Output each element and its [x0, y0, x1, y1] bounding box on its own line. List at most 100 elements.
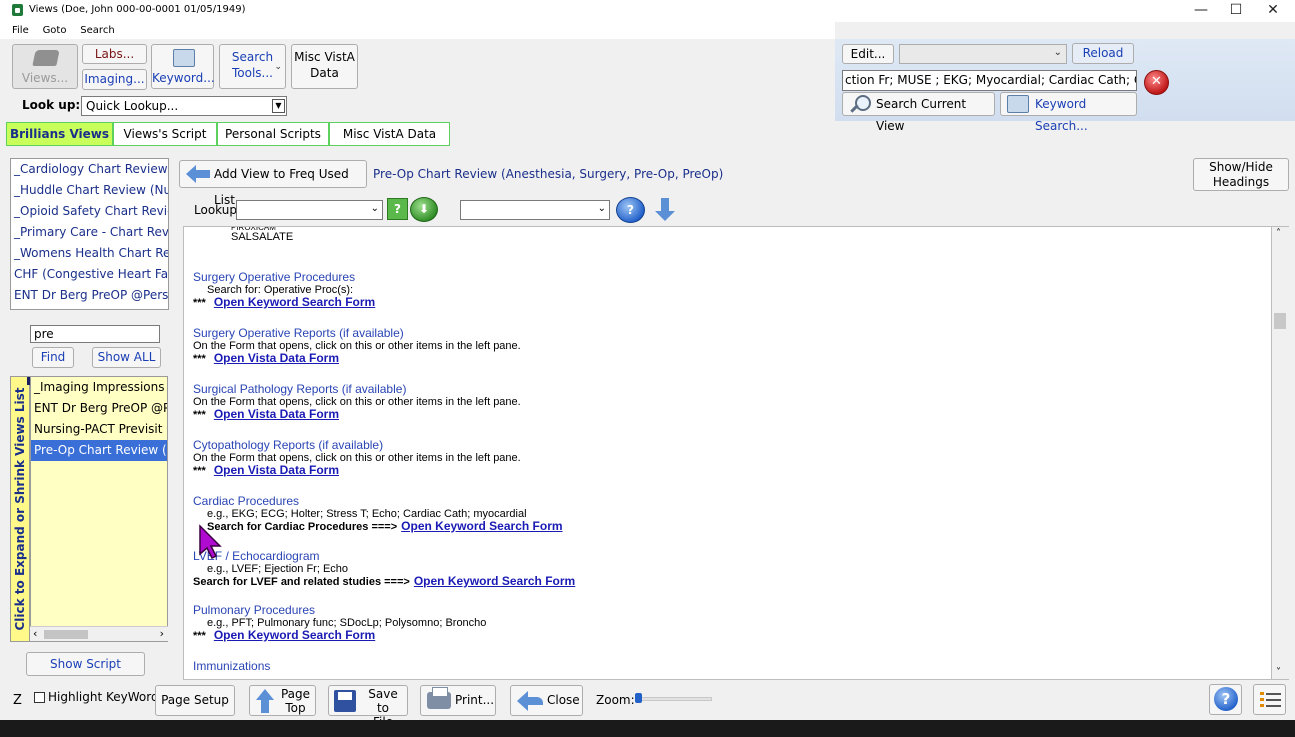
- list-item[interactable]: _Primary Care - Chart Review: [11, 222, 168, 243]
- list-item[interactable]: _Opioid Safety Chart Review: [11, 201, 168, 222]
- page-top-button[interactable]: Page Top: [249, 685, 316, 716]
- open-vista-data-link[interactable]: Open Vista Data Form: [214, 351, 339, 365]
- app-lock-icon: [12, 4, 23, 16]
- open-keyword-search-link[interactable]: Open Keyword Search Form: [214, 628, 375, 642]
- vertical-scrollbar[interactable]: ˄ ˅: [1272, 226, 1289, 680]
- mouse-cursor-icon: [199, 524, 222, 560]
- chevron-down-icon: ⌄: [274, 62, 282, 72]
- chevron-down-icon: ⌄: [370, 203, 379, 214]
- lookup-select[interactable]: ⌄: [236, 200, 383, 220]
- section-immunizations: Immunizations: [193, 660, 270, 673]
- scroll-down-icon[interactable]: ˅: [1276, 667, 1281, 678]
- title-bar: Views (Doe, John 000-00-0001 01/05/1949)…: [0, 0, 1295, 22]
- tab-personal-scripts[interactable]: Personal Scripts: [217, 122, 329, 146]
- open-vista-data-link[interactable]: Open Vista Data Form: [214, 463, 339, 477]
- views-button[interactable]: Views...: [12, 44, 78, 89]
- tab-brillians-views[interactable]: Brillians Views: [6, 122, 113, 146]
- minimize-button[interactable]: —: [1183, 0, 1219, 22]
- clear-search-icon[interactable]: ✕: [1144, 70, 1169, 95]
- dropdown-arrow-icon[interactable]: ▼: [272, 99, 285, 113]
- list-item[interactable]: _Imaging Impressions: [31, 377, 167, 398]
- find-button[interactable]: Find: [32, 347, 74, 368]
- help-icon[interactable]: [1209, 684, 1242, 715]
- help-icon[interactable]: ?: [616, 197, 645, 223]
- scroll-right-icon[interactable]: ›: [160, 627, 164, 640]
- keyword-label: Keyword...: [152, 71, 215, 85]
- add-view-to-freq-button[interactable]: Add View to Freq Used List: [179, 160, 367, 207]
- chevron-down-icon: ⌄: [597, 203, 606, 214]
- close-button[interactable]: Close: [510, 685, 583, 716]
- keyword-search-label: Keyword Search...: [1035, 97, 1088, 133]
- views-window: Views (Doe, John 000-00-0001 01/05/1949)…: [0, 0, 1295, 737]
- menu-search[interactable]: Search: [80, 22, 114, 39]
- horizontal-scrollbar[interactable]: ‹ ›: [30, 626, 168, 641]
- save-to-file-button[interactable]: Save toFile: [328, 685, 408, 729]
- menu-goto[interactable]: Goto: [43, 22, 67, 39]
- reload-button[interactable]: Reload: [1072, 43, 1134, 64]
- search-current-view-button[interactable]: Search Current View: [842, 92, 995, 133]
- show-script-button[interactable]: Show Script: [26, 652, 145, 676]
- arrow-down-icon[interactable]: [650, 196, 680, 224]
- magnifier-icon: [849, 95, 871, 113]
- page-setup-button[interactable]: Page Setup: [155, 685, 235, 716]
- edit-button[interactable]: Edit...: [842, 44, 894, 64]
- list-menu-icon[interactable]: [1253, 684, 1286, 715]
- scroll-up-icon[interactable]: ˄: [1276, 228, 1281, 239]
- list-item[interactable]: ENT Dr Berg PreOP @Pe: [31, 398, 167, 419]
- show-hide-label-2: Headings: [1212, 175, 1270, 189]
- show-hide-headings-button[interactable]: Show/Hide Headings: [1193, 158, 1289, 191]
- list-item-selected[interactable]: Pre-Op Chart Review (An: [31, 440, 167, 461]
- keyword-search-input[interactable]: ction Fr; MUSE ; EKG; Myocardial; Cardia…: [842, 70, 1137, 91]
- print-button[interactable]: Print...: [420, 685, 496, 716]
- list-item[interactable]: ENT Dr Berg PreOP @Persor: [11, 285, 168, 306]
- list-item[interactable]: Nursing-PACT Previsit Ch: [31, 419, 167, 440]
- zoom-slider-thumb[interactable]: [635, 693, 642, 703]
- section-cytopathology: Cytopathology Reports (if available) On …: [193, 439, 521, 478]
- list-item[interactable]: _Womens Health Chart Revie: [11, 243, 168, 264]
- zoom-label: Zoom:: [596, 693, 635, 707]
- page-top-label-1: Page: [280, 687, 311, 701]
- maximize-button[interactable]: ☐: [1218, 0, 1254, 22]
- printer-icon: [427, 687, 451, 709]
- z-label: Z: [13, 693, 22, 708]
- list-item[interactable]: _Cardiology Chart Review: [11, 159, 168, 180]
- menu-file[interactable]: File: [12, 22, 29, 39]
- open-keyword-search-link[interactable]: Open Keyword Search Form: [401, 519, 562, 533]
- list-item[interactable]: CHF (Congestive Heart Fail C: [11, 264, 168, 285]
- section-cardiac-procedures: Cardiac Procedures e.g., EKG; ECG; Holte…: [193, 495, 563, 534]
- quick-lookup-select[interactable]: Quick Lookup... ▼: [81, 96, 287, 116]
- open-vista-data-link[interactable]: Open Vista Data Form: [214, 407, 339, 421]
- keyword-search-button[interactable]: Keyword Search...: [1000, 92, 1137, 133]
- scroll-left-icon[interactable]: ‹: [33, 627, 37, 640]
- scroll-thumb[interactable]: [1274, 313, 1286, 329]
- window-title: Views (Doe, John 000-00-0001 01/05/1949): [29, 4, 246, 15]
- misc-vista-data-button[interactable]: Misc VistA Data: [291, 44, 358, 89]
- help-green-icon[interactable]: ?: [387, 198, 408, 220]
- section-pulmonary: Pulmonary Procedures e.g., PFT; Pulmonar…: [193, 604, 486, 643]
- open-keyword-search-link[interactable]: Open Keyword Search Form: [214, 295, 375, 309]
- views-filter-input[interactable]: pre: [30, 325, 160, 343]
- search-current-view-label: Search Current View: [876, 97, 967, 133]
- arrow-down-green-icon[interactable]: ⬇: [410, 197, 438, 222]
- search-tools-button[interactable]: Search Tools... ⌄: [219, 44, 286, 89]
- print-label: Print...: [455, 693, 495, 707]
- scroll-thumb[interactable]: [44, 630, 88, 639]
- section-surgery-procedures: Surgery Operative Procedures Search for:…: [193, 271, 375, 310]
- open-keyword-search-link[interactable]: Open Keyword Search Form: [414, 574, 575, 588]
- tab-views-script[interactable]: Views's Script: [113, 122, 217, 146]
- zoom-slider[interactable]: [636, 697, 712, 701]
- show-all-button[interactable]: Show ALL: [92, 347, 161, 368]
- arrow-up-icon: [256, 689, 274, 713]
- close-window-button[interactable]: ✕: [1255, 0, 1291, 22]
- expand-views-list-tab[interactable]: Click to Expand or Shrink Views List: [10, 376, 35, 642]
- list-item[interactable]: _Huddle Chart Review (Nursi: [11, 180, 168, 201]
- section-select[interactable]: ⌄: [460, 200, 610, 220]
- imaging-button[interactable]: Imaging...: [82, 69, 147, 90]
- tab-misc-vista-data[interactable]: Misc VistA Data: [329, 122, 450, 146]
- highlight-keywords-checkbox[interactable]: [34, 692, 45, 703]
- search-combo[interactable]: ⌄: [899, 44, 1067, 64]
- highlight-keywords-label[interactable]: Highlight KeyWords: [48, 690, 165, 704]
- section-heading: Surgical Pathology Reports (if available…: [193, 382, 407, 396]
- keyword-button[interactable]: Keyword...: [151, 44, 215, 89]
- labs-button[interactable]: Labs...: [82, 44, 147, 64]
